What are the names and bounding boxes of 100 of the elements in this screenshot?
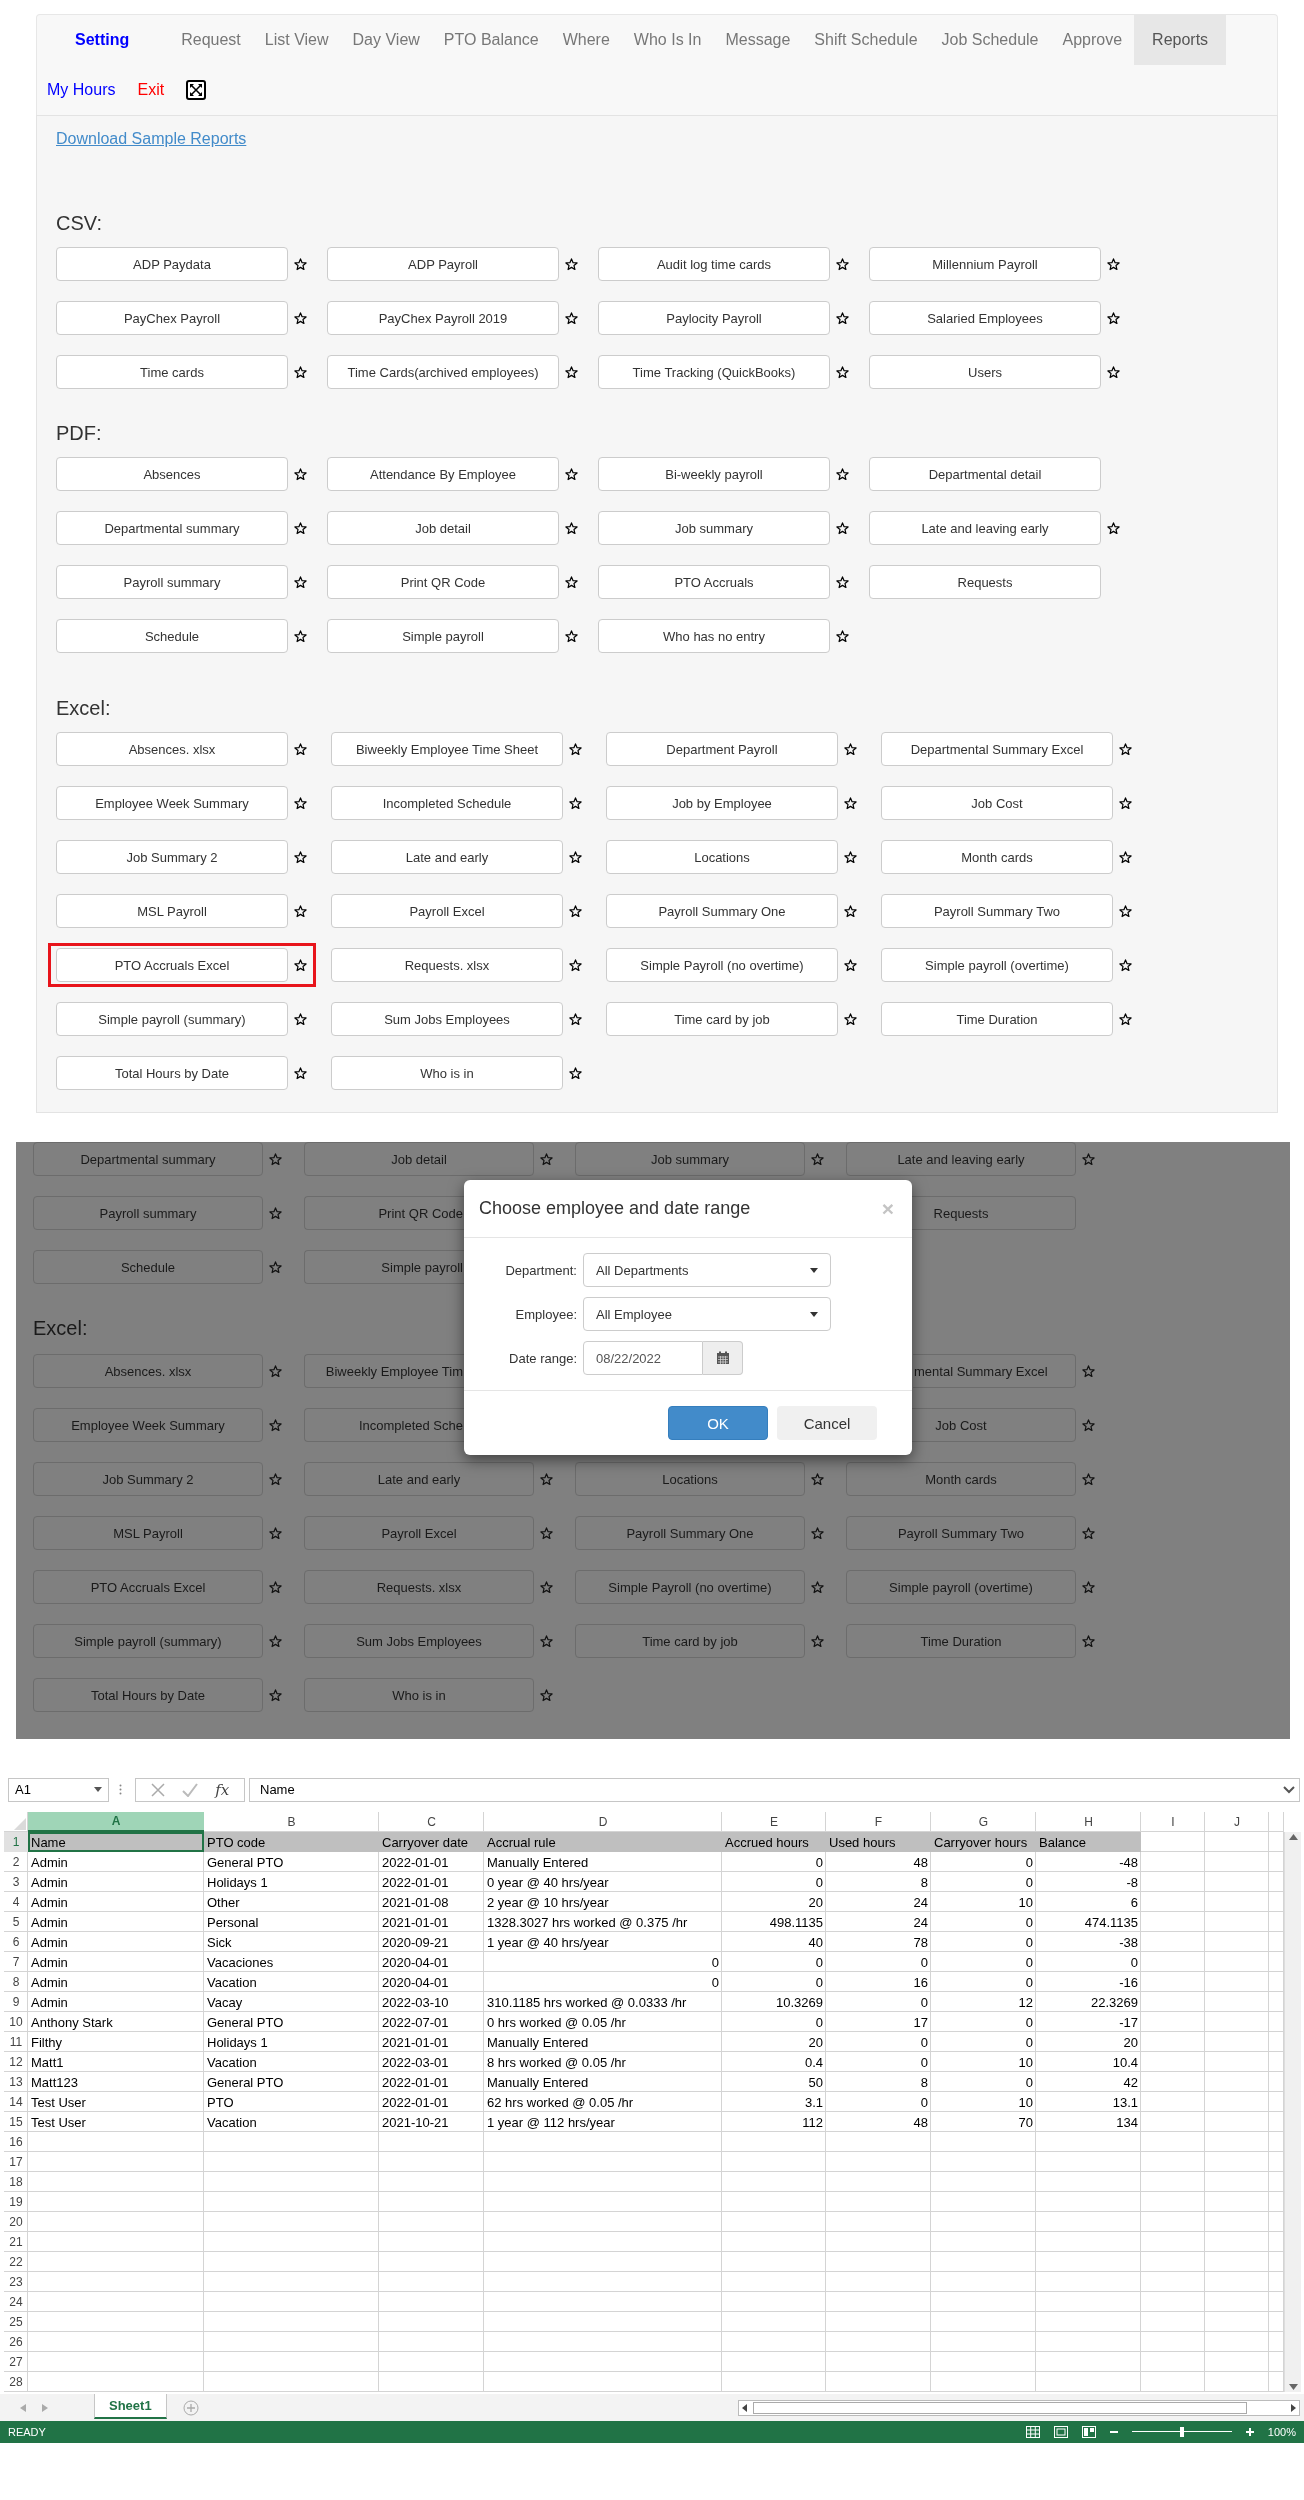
nav-tab[interactable]: Reports	[1134, 15, 1227, 65]
star-icon[interactable]	[269, 1580, 282, 1594]
report-button[interactable]: Print QR Code	[327, 565, 559, 599]
report-button[interactable]: Month cards	[881, 840, 1113, 874]
star-icon[interactable]	[1082, 1526, 1095, 1540]
report-button[interactable]: Requests	[869, 565, 1101, 599]
nav-brand[interactable]: Setting	[37, 15, 170, 65]
report-button[interactable]: Incompleted Sche	[304, 1408, 464, 1442]
row-header[interactable]: 11	[4, 2032, 28, 2052]
star-icon[interactable]	[836, 311, 849, 325]
report-button[interactable]: Schedule	[56, 619, 288, 653]
row-header[interactable]: 23	[4, 2272, 28, 2292]
report-button[interactable]: PTO Accruals	[598, 565, 830, 599]
star-icon[interactable]	[569, 1066, 582, 1080]
report-button[interactable]: Job summary	[598, 511, 830, 545]
report-button[interactable]: Audit log time cards	[598, 247, 830, 281]
cancel-button[interactable]: Cancel	[777, 1406, 877, 1440]
row-header[interactable]: 25	[4, 2312, 28, 2332]
report-button[interactable]: Time card by job	[575, 1624, 805, 1658]
report-button[interactable]: mental Summary Excel	[913, 1354, 1076, 1388]
nav-tab[interactable]: List View	[252, 15, 341, 65]
star-icon[interactable]	[540, 1472, 553, 1486]
expand-icon[interactable]	[186, 80, 207, 100]
report-button[interactable]: Time cards	[56, 355, 288, 389]
star-icon[interactable]	[844, 958, 857, 972]
chevron-down-icon[interactable]	[1283, 1785, 1295, 1794]
report-button[interactable]: Absences. xlsx	[56, 732, 288, 766]
star-icon[interactable]	[1119, 796, 1132, 810]
row-header[interactable]: 24	[4, 2292, 28, 2312]
horizontal-scrollbar[interactable]	[738, 2399, 1300, 2416]
report-button[interactable]: Time Cards(archived employees)	[327, 355, 559, 389]
report-button[interactable]: MSL Payroll	[56, 894, 288, 928]
column-header[interactable]: G	[931, 1812, 1036, 1832]
star-icon[interactable]	[294, 904, 307, 918]
star-icon[interactable]	[269, 1206, 282, 1220]
report-button[interactable]: Biweekly Employee Time Sheet	[331, 732, 563, 766]
star-icon[interactable]	[269, 1472, 282, 1486]
report-button[interactable]: Incompleted Schedule	[331, 786, 563, 820]
report-button[interactable]: Payroll Excel	[304, 1516, 534, 1550]
star-icon[interactable]	[811, 1526, 824, 1540]
report-button[interactable]: ADP Payroll	[327, 247, 559, 281]
star-icon[interactable]	[844, 850, 857, 864]
star-icon[interactable]	[565, 311, 578, 325]
row-header[interactable]: 8	[4, 1972, 28, 1992]
star-icon[interactable]	[569, 904, 582, 918]
star-icon[interactable]	[294, 742, 307, 756]
star-icon[interactable]	[540, 1688, 553, 1702]
star-icon[interactable]	[269, 1634, 282, 1648]
column-header[interactable]: I	[1141, 1812, 1205, 1832]
zoom-in-icon[interactable]	[1245, 2428, 1254, 2436]
normal-view-icon[interactable]	[1025, 2426, 1040, 2438]
star-icon[interactable]	[811, 1580, 824, 1594]
slider-thumb[interactable]	[1179, 2427, 1184, 2437]
column-header[interactable]: J	[1205, 1812, 1269, 1832]
report-button[interactable]: Paylocity Payroll	[598, 301, 830, 335]
column-header[interactable]: H	[1036, 1812, 1141, 1832]
report-button[interactable]: Simple payroll (summary)	[56, 1002, 288, 1036]
column-header[interactable]: D	[484, 1812, 722, 1832]
report-button[interactable]: Users	[869, 355, 1101, 389]
star-icon[interactable]	[811, 1634, 824, 1648]
column-header[interactable]: C	[379, 1812, 484, 1832]
star-icon[interactable]	[294, 521, 307, 535]
report-button[interactable]: Locations	[575, 1462, 805, 1496]
report-button[interactable]: Late and early	[304, 1462, 534, 1496]
row-header[interactable]: 21	[4, 2232, 28, 2252]
row-header[interactable]: 20	[4, 2212, 28, 2232]
star-icon[interactable]	[1082, 1152, 1095, 1166]
report-button[interactable]: Who is in	[331, 1056, 563, 1090]
row-header[interactable]: 28	[4, 2372, 28, 2392]
star-icon[interactable]	[540, 1634, 553, 1648]
star-icon[interactable]	[294, 796, 307, 810]
star-icon[interactable]	[569, 958, 582, 972]
zoom-level[interactable]: 100%	[1267, 2426, 1296, 2438]
star-icon[interactable]	[569, 1012, 582, 1026]
report-button[interactable]: Requests. xlsx	[331, 948, 563, 982]
report-button[interactable]: Time Duration	[881, 1002, 1113, 1036]
report-button[interactable]: Payroll summary	[56, 565, 288, 599]
star-icon[interactable]	[836, 629, 849, 643]
star-icon[interactable]	[294, 1012, 307, 1026]
name-box[interactable]: A1	[8, 1777, 109, 1802]
star-icon[interactable]	[565, 467, 578, 481]
star-icon[interactable]	[269, 1152, 282, 1166]
report-button[interactable]: Simple Payroll (no overtime)	[575, 1570, 805, 1604]
scroll-down-icon[interactable]	[1288, 2384, 1298, 2390]
report-button[interactable]: Time Tracking (QuickBooks)	[598, 355, 830, 389]
star-icon[interactable]	[1107, 311, 1120, 325]
report-button[interactable]: Attendance By Employee	[327, 457, 559, 491]
star-icon[interactable]	[569, 850, 582, 864]
report-button[interactable]: Requests. xlsx	[304, 1570, 534, 1604]
nav-tab[interactable]: Where	[550, 15, 622, 65]
row-header[interactable]: 9	[4, 1992, 28, 2012]
star-icon[interactable]	[565, 257, 578, 271]
nav-tab[interactable]: Approve	[1050, 15, 1135, 65]
report-button[interactable]: Print QR Code	[304, 1196, 464, 1230]
star-icon[interactable]	[269, 1526, 282, 1540]
report-button[interactable]: Departmental detail	[869, 457, 1101, 491]
star-icon[interactable]	[540, 1526, 553, 1540]
nav-tab[interactable]: PTO Balance	[431, 15, 551, 65]
report-button[interactable]: Payroll Summary One	[575, 1516, 805, 1550]
nav-link[interactable]: Exit	[137, 81, 165, 99]
